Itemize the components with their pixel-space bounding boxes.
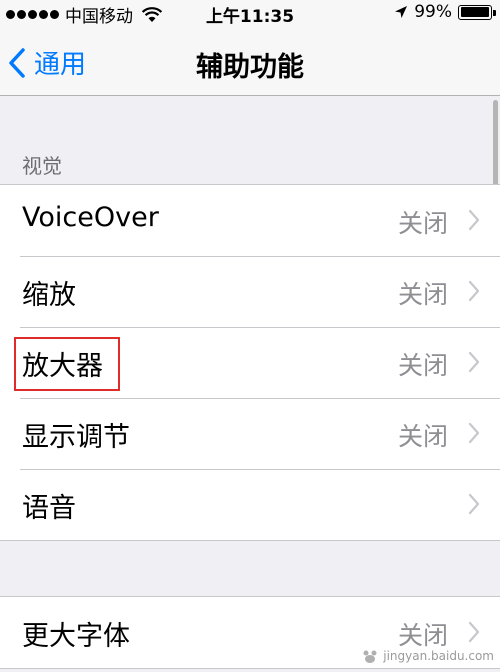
- chevron-right-icon: [468, 621, 480, 643]
- vision-settings-list: VoiceOver 关闭 缩放 关闭 放大器 关闭 显示调节 关闭 语音: [0, 184, 500, 541]
- list-item-label: 放大器: [22, 351, 103, 382]
- list-item-magnifier[interactable]: 放大器 关闭: [0, 327, 500, 398]
- watermark-logo-icon: [363, 650, 377, 663]
- list-item-label: 更大字体: [22, 621, 130, 652]
- battery-fill: [460, 7, 490, 17]
- list-item-value: 关闭: [397, 621, 448, 650]
- list-item-zoom[interactable]: 缩放 关闭: [0, 256, 500, 327]
- chevron-right-icon: [468, 280, 480, 302]
- status-right: 99%: [394, 2, 496, 22]
- list-item-display-accommodations[interactable]: 显示调节 关闭: [0, 398, 500, 469]
- list-item-value: 关闭: [397, 351, 448, 380]
- page-title: 辅助功能: [196, 52, 304, 83]
- list-item-label: 缩放: [22, 280, 76, 311]
- battery-tip: [493, 9, 496, 16]
- list-item-value: 关闭: [397, 280, 448, 309]
- list-item-value: 关闭: [397, 209, 448, 238]
- list-item-label: 语音: [22, 493, 76, 524]
- list-item-voiceover[interactable]: VoiceOver 关闭: [0, 185, 500, 256]
- chevron-right-icon: [468, 422, 480, 444]
- chevron-right-icon: [468, 493, 480, 515]
- location-arrow-icon: [395, 6, 408, 18]
- status-bar: 中国移动 上午11:35 99%: [0, 0, 500, 27]
- section-header-vision: 视觉: [22, 154, 62, 178]
- list-item-label: VoiceOver: [22, 202, 159, 233]
- list-item-label: 显示调节: [22, 422, 130, 453]
- chevron-right-icon: [468, 351, 480, 373]
- watermark-text: jingyan.baidu.com: [383, 649, 494, 663]
- chevron-right-icon: [468, 209, 480, 231]
- list-item-value: 关闭: [397, 422, 448, 451]
- navigation-bar: 通用 辅助功能: [0, 26, 500, 96]
- battery-percent: 99%: [414, 2, 452, 22]
- list-item-speech[interactable]: 语音: [0, 469, 500, 540]
- watermark: jingyan.baidu.com: [361, 648, 494, 664]
- battery-icon: [458, 4, 496, 20]
